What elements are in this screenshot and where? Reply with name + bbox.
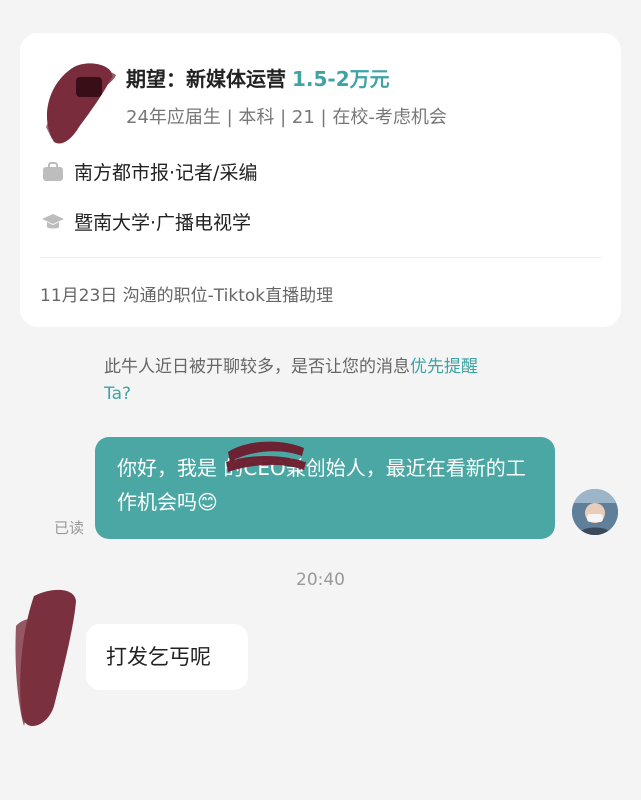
candidate-chat-avatar-redacted[interactable] [14, 586, 86, 736]
notice-text: 此牛人近日被开聊较多，是否让您的消息 [104, 357, 410, 377]
education-text: 暨南大学·广播电视学 [74, 212, 252, 234]
time-separator: 20:40 [296, 570, 345, 590]
card-divider [40, 257, 601, 258]
chat-screen: 期望：新媒体运营 1.5-2万元 24年应届生 | 本科 | 21 | 在校-考虑… [0, 0, 641, 800]
outgoing-message-bubble[interactable]: 你好，我是 的CEO兼创始人，最近在看新的工作机会吗😊 [95, 437, 555, 539]
priority-reminder-link[interactable]: 优先提醒 [410, 357, 478, 377]
candidate-avatar-redacted[interactable] [34, 47, 134, 147]
my-avatar-photo [572, 489, 618, 535]
read-status: 已读 [54, 519, 85, 537]
briefcase-icon [43, 161, 63, 181]
my-avatar[interactable] [572, 489, 618, 535]
notice-suffix: Ta? [104, 384, 132, 404]
work-experience-text: 南方都市报·记者/采编 [74, 162, 258, 184]
education-row: 暨南大学·广播电视学 [42, 208, 251, 235]
redaction-scribble [226, 441, 306, 472]
communication-position: 11月23日 沟通的职位-Tiktok直播助理 [40, 286, 334, 306]
outgoing-message-text: 你好，我是 的CEO兼创始人，最近在看新的工作机会吗😊 [117, 456, 526, 514]
candidate-profile-card[interactable]: 期望：新媒体运营 1.5-2万元 24年应届生 | 本科 | 21 | 在校-考虑… [20, 33, 621, 327]
work-experience-row: 南方都市报·记者/采编 [42, 158, 257, 185]
incoming-message-text: 打发乞丐呢 [106, 645, 211, 669]
priority-reminder-notice: 此牛人近日被开聊较多，是否让您的消息优先提醒 Ta? [104, 354, 564, 408]
incoming-message-bubble[interactable]: 打发乞丐呢 [86, 624, 248, 690]
graduation-cap-icon [42, 213, 64, 228]
expected-position-text: 期望：新媒体运营 [126, 67, 286, 91]
candidate-summary: 24年应届生 | 本科 | 21 | 在校-考虑机会 [126, 107, 447, 128]
expected-position: 期望：新媒体运营 1.5-2万元 [126, 63, 390, 93]
expected-salary: 1.5-2万元 [292, 67, 390, 91]
